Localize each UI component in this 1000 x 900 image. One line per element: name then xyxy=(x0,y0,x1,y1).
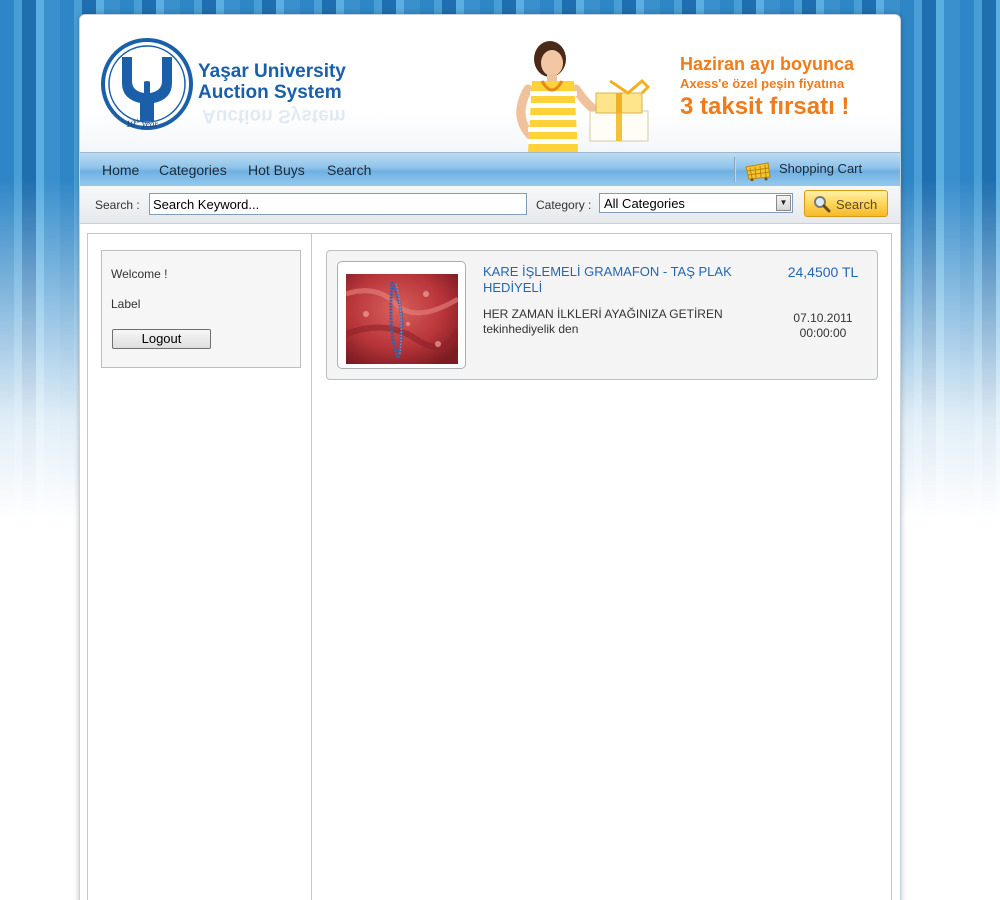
site-title-reflection: Auction System xyxy=(202,105,346,126)
product-thumbnail-frame[interactable] xyxy=(337,261,466,369)
product-description: HER ZAMAN İLKLERİ AYAĞINIZA GETİREN teki… xyxy=(483,307,773,337)
product-price: 24,4500 TL xyxy=(787,264,859,280)
search-input[interactable] xyxy=(149,193,527,215)
site-title[interactable]: Yaşar University Auction System Auction … xyxy=(198,61,346,126)
main-nav: Home Categories Hot Buys Search Shopping… xyxy=(80,152,900,187)
search-button[interactable]: Search xyxy=(804,190,888,217)
welcome-text: Welcome ! xyxy=(111,267,168,281)
product-description-line2: tekinhediyelik den xyxy=(483,322,579,336)
product-title-link[interactable]: KARE İŞLEMELİ GRAMAFON - TAŞ PLAK HEDİYE… xyxy=(483,264,768,296)
site-header: 10th year Yaşar University Auction Syste… xyxy=(80,15,900,152)
magnifier-icon xyxy=(814,196,831,213)
nav-divider xyxy=(734,157,736,182)
university-logo-icon[interactable] xyxy=(100,37,194,131)
promo-line3: 3 taksit fırsatı ! xyxy=(680,93,850,120)
user-label: Label xyxy=(111,297,141,311)
content-area: Welcome ! Label Logout KARE İŞLEMELİ GRA… xyxy=(87,233,892,900)
site-title-line2: Auction System xyxy=(198,82,342,103)
promo-line1: Haziran ayı boyunca xyxy=(680,54,855,74)
chevron-down-icon[interactable]: ▼ xyxy=(776,195,791,211)
promo-woman-gift-image xyxy=(516,41,651,152)
product-description-line1: HER ZAMAN İLKLERİ AYAĞINIZA GETİREN xyxy=(483,307,723,321)
nav-search[interactable]: Search xyxy=(327,162,371,178)
shopping-cart-link[interactable]: Shopping Cart xyxy=(779,161,862,176)
user-panel: Welcome ! Label Logout xyxy=(101,250,301,368)
nav-categories[interactable]: Categories xyxy=(159,162,227,178)
product-thumbnail-image[interactable] xyxy=(346,274,458,364)
promo-line2: Axess'e özel peşin fiyatına xyxy=(680,76,845,91)
product-time: 00:00:00 xyxy=(799,326,847,340)
page-container: 10th year Yaşar University Auction Syste… xyxy=(79,14,901,900)
category-selected-value: All Categories xyxy=(604,196,685,211)
category-select[interactable]: All Categories ▼ xyxy=(599,193,793,213)
product-card[interactable]: KARE İŞLEMELİ GRAMAFON - TAŞ PLAK HEDİYE… xyxy=(326,250,878,380)
logo-year: 10th year xyxy=(126,119,158,129)
promo-banner[interactable]: Haziran ayı boyunca Axess'e özel peşin f… xyxy=(680,53,854,121)
site-title-line1: Yaşar University xyxy=(198,61,346,82)
search-bar: Search : Category : All Categories ▼ Sea… xyxy=(80,186,900,224)
product-date: 07.10.2011 xyxy=(793,311,853,325)
shopping-cart-icon[interactable] xyxy=(744,159,772,181)
logout-button[interactable]: Logout xyxy=(112,329,211,349)
sidebar: Welcome ! Label Logout xyxy=(88,234,312,900)
nav-hot-buys[interactable]: Hot Buys xyxy=(248,162,305,178)
product-end-date: 07.10.2011 00:00:00 xyxy=(773,311,873,341)
category-label: Category : xyxy=(536,198,592,212)
search-button-label: Search xyxy=(836,197,878,212)
nav-home[interactable]: Home xyxy=(102,162,139,178)
search-label: Search : xyxy=(95,198,140,212)
